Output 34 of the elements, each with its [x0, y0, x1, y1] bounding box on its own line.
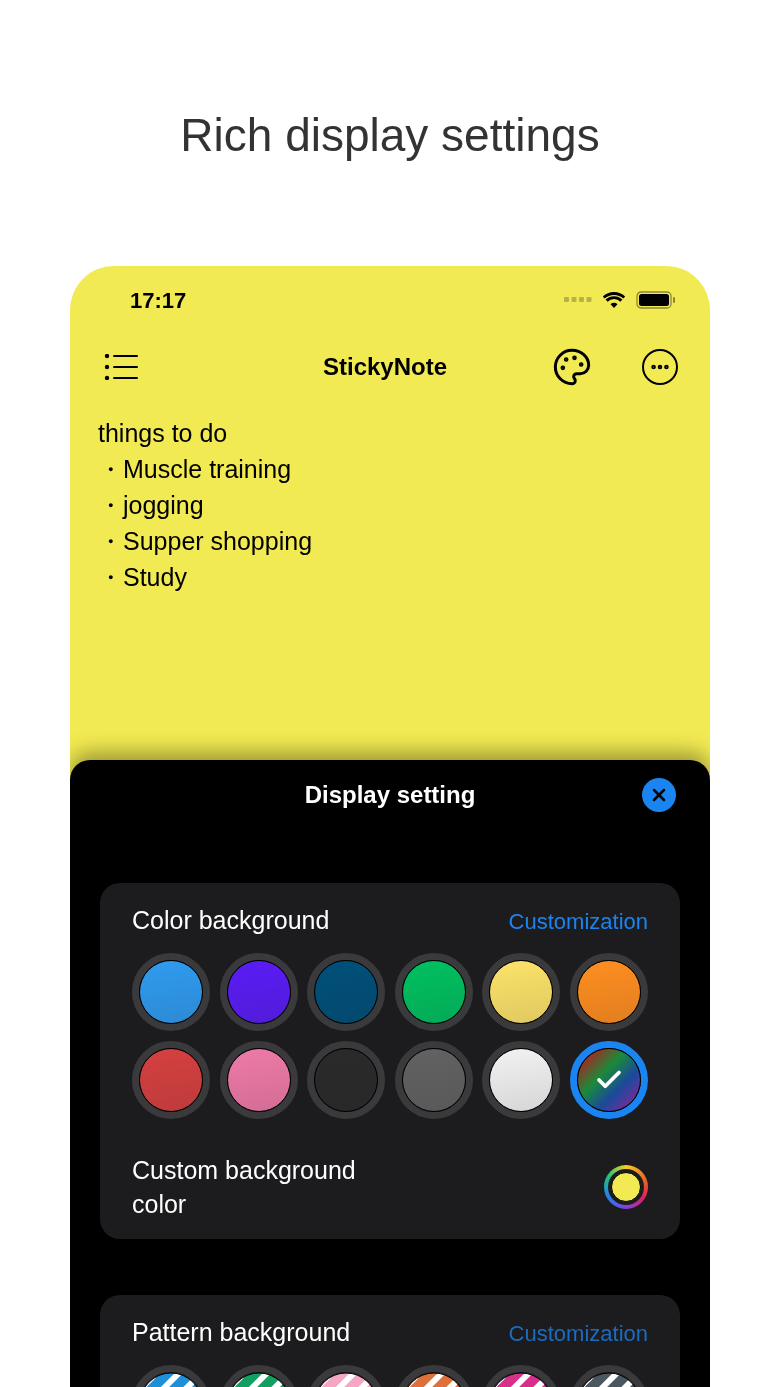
color-well[interactable] [604, 1165, 648, 1209]
close-button[interactable] [642, 778, 676, 812]
custom-color-label: Custom background color [132, 1155, 357, 1220]
color-swatch[interactable] [307, 953, 386, 1031]
headline: Rich display settings [180, 108, 600, 163]
sheet-title: Display setting [304, 780, 476, 810]
customization-link[interactable]: Customization [508, 1316, 648, 1350]
color-swatch[interactable] [569, 1041, 648, 1119]
note-line: ・Supper shopping [98, 526, 314, 557]
wifi-icon [602, 291, 626, 309]
color-swatch[interactable] [132, 953, 210, 1031]
menu-icon[interactable] [104, 353, 140, 381]
palette-icon[interactable] [552, 347, 592, 387]
color-swatch[interactable] [482, 1041, 561, 1119]
color-swatch[interactable] [394, 1041, 473, 1119]
section-title: Pattern background [132, 1317, 351, 1349]
nav-title: StickyNote [322, 352, 447, 382]
color-swatch[interactable] [219, 1041, 298, 1119]
note-line: ・Muscle training [98, 454, 293, 485]
battery-icon [636, 291, 676, 309]
note-line: ・jogging [98, 490, 205, 521]
more-icon[interactable] [642, 349, 678, 385]
color-swatch[interactable] [132, 1041, 210, 1119]
note-line: ・Study [98, 562, 188, 593]
color-swatch[interactable] [482, 953, 561, 1031]
color-swatch[interactable] [569, 953, 648, 1031]
color-swatch[interactable] [394, 953, 473, 1031]
color-swatch[interactable] [307, 1041, 386, 1119]
status-time: 17:17 [130, 286, 187, 315]
signal-icon [564, 297, 592, 303]
note-line: things to do [98, 418, 229, 449]
customization-link[interactable]: Customization [508, 904, 648, 938]
section-title: Color background [132, 905, 330, 937]
color-swatch[interactable] [219, 953, 298, 1031]
